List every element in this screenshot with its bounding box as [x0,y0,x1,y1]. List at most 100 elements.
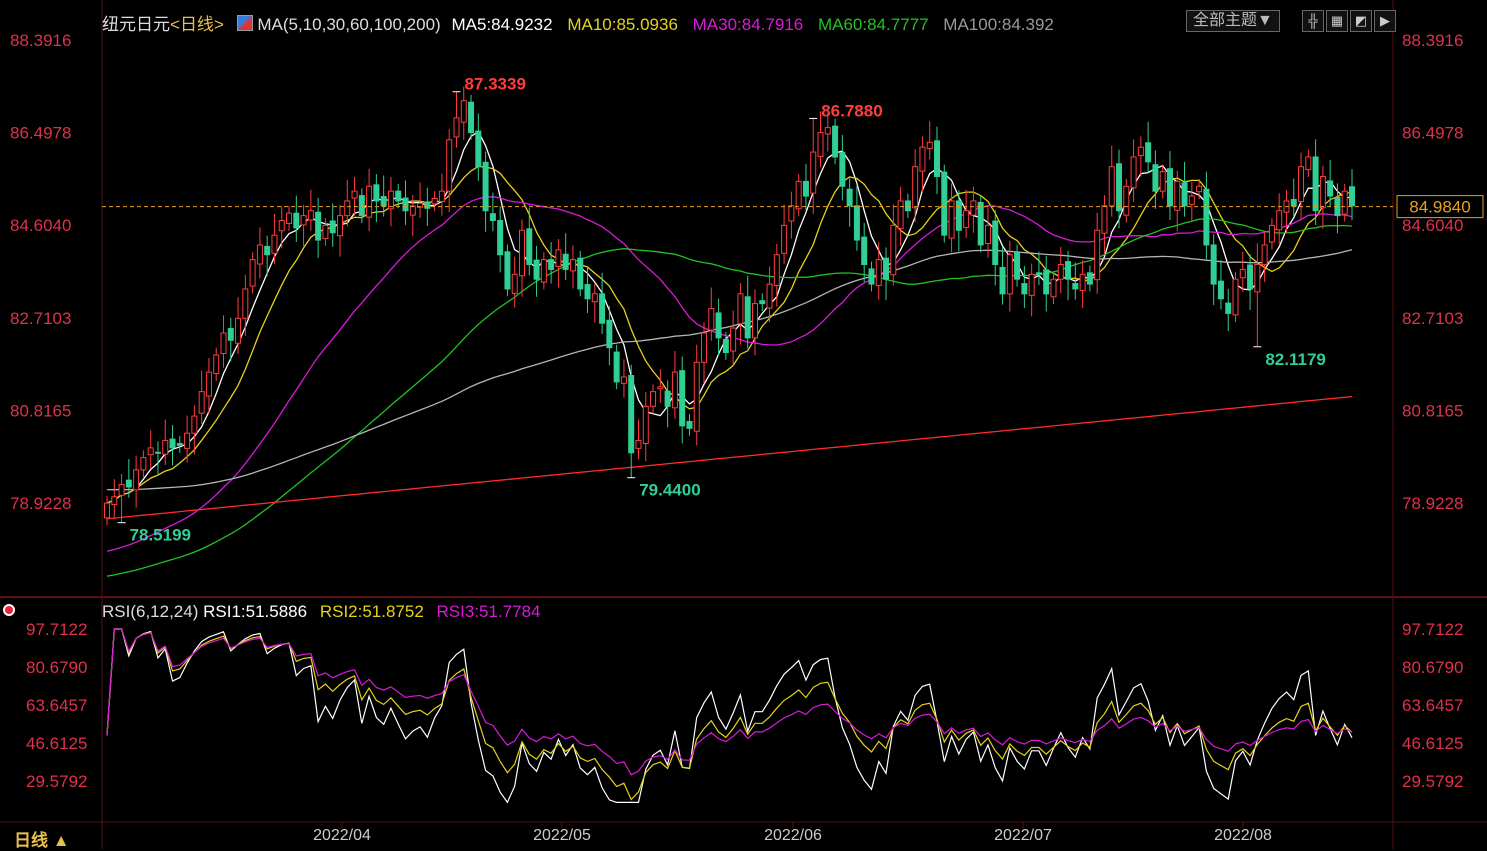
rsi-title: RSI(6,12,24) [102,602,199,621]
candle-body [438,190,445,202]
candle-body [1086,272,1093,285]
ma-settings-icon[interactable] [236,15,253,31]
candle-body [963,210,970,228]
price-tick-left: 78.9228 [10,494,71,513]
candle-body [1217,280,1224,300]
candle-body [890,224,897,276]
crosshair-icon[interactable]: ╬ [1302,10,1324,32]
candle-body [1043,269,1050,295]
candle-body [795,180,802,210]
candle-body [162,440,169,455]
candle-body [1254,264,1261,293]
candle-body [278,220,285,232]
rsi-marker-icon[interactable] [3,604,15,616]
candle-body [1145,142,1152,163]
period-toggle[interactable]: 日线 ▲ [14,826,70,851]
ma5-value: MA5:84.9232 [451,15,553,34]
candle-body [1159,171,1166,192]
candle-body [191,415,198,434]
x-tick-label: 2022/07 [994,827,1052,844]
price-tick-right: 88.3916 [1402,31,1463,50]
candle-body [366,185,373,218]
candle-body [1014,251,1021,280]
candle-body [504,251,511,290]
rsi2-line [106,628,1353,801]
price-tick-right: 86.4978 [1402,124,1463,143]
rsi-tick-left: 80.6790 [26,658,87,677]
price-tick-left: 82.7103 [10,309,71,328]
next-icon[interactable]: ▶ [1374,10,1396,32]
candle-body [315,211,322,241]
candle-body [1261,244,1268,266]
candle-body [992,220,999,266]
candle-body [642,405,649,444]
price-tick-right: 82.7103 [1402,309,1463,328]
candle-body [926,141,933,150]
candle-body [424,201,431,209]
candle-body [1298,166,1305,202]
candle-body [344,200,351,217]
candle-body [562,253,569,270]
candle-body [810,151,817,194]
candle-body [1101,205,1108,234]
candle-body [1203,188,1210,246]
rsi3-value: RSI3:51.7784 [436,602,541,621]
candle-body [548,259,555,270]
candle-body [111,496,118,506]
candle-body [1232,278,1239,316]
candle-body [730,327,737,352]
candle-body [1035,272,1042,275]
candle-body [1079,273,1086,291]
rsi-tick-right: 80.6790 [1402,658,1463,677]
candle-body [125,479,132,488]
period-prev[interactable]: < [170,15,180,34]
candle-body [824,127,831,135]
symbol-name[interactable]: 纽元日元 [102,15,170,34]
rsi-header: RSI(6,12,24) RSI1:51.5886 RSI2:51.8752 R… [102,602,541,622]
candle-body [650,391,657,407]
price-chart[interactable]: 88.3916 88.3916 86.4978 86.4978 84.6040 84.60… [0,0,1487,849]
candle-body [591,293,598,303]
theme-dropdown[interactable]: 全部主题▼ [1186,10,1280,32]
candle-body [104,502,110,519]
candle-body [140,457,147,471]
candle-body [1130,156,1137,189]
candle-body [606,319,613,349]
candle-body [1028,273,1035,296]
x-tick-label: 2022/05 [533,827,591,844]
candle-body [934,140,940,178]
price-tick-right: 78.9228 [1402,494,1463,513]
period-name[interactable]: 日线 [180,15,214,34]
grid-icon[interactable]: ▦ [1326,10,1348,32]
candle-body [1094,229,1101,281]
chart-icon[interactable]: ◩ [1350,10,1372,32]
candle-body [569,259,576,272]
ma100-value: MA100:84.392 [943,15,1054,34]
period-next[interactable]: > [214,15,224,34]
candle-body [1057,264,1064,280]
candle-body [468,101,475,133]
candle-body [686,420,693,429]
candle-body [679,370,686,427]
candle-body [264,245,271,256]
candle-body [409,205,416,216]
rsi2-value: RSI2:51.8752 [319,602,424,621]
x-tick-label: 2022/04 [313,827,371,844]
candle-body [497,220,504,256]
candle-body [402,197,409,212]
rsi-tick-right: 63.6457 [1402,696,1463,715]
ma30-line [106,196,1353,552]
candle-body [868,268,875,285]
rsi-tick-right: 97.7122 [1402,620,1463,639]
candle-body [846,188,853,207]
candle-body [1152,164,1159,192]
candle-body [912,166,919,209]
candle-body [1181,182,1188,207]
candle-body [519,229,525,277]
candle-body [919,146,926,172]
chart-header: 纽元日元<日线> MA(5,10,30,60,100,200) MA5:84.9… [102,10,1054,35]
candle-body [1268,224,1275,243]
candle-body [861,236,868,266]
candle-body [540,259,547,283]
candle-body [249,259,256,287]
